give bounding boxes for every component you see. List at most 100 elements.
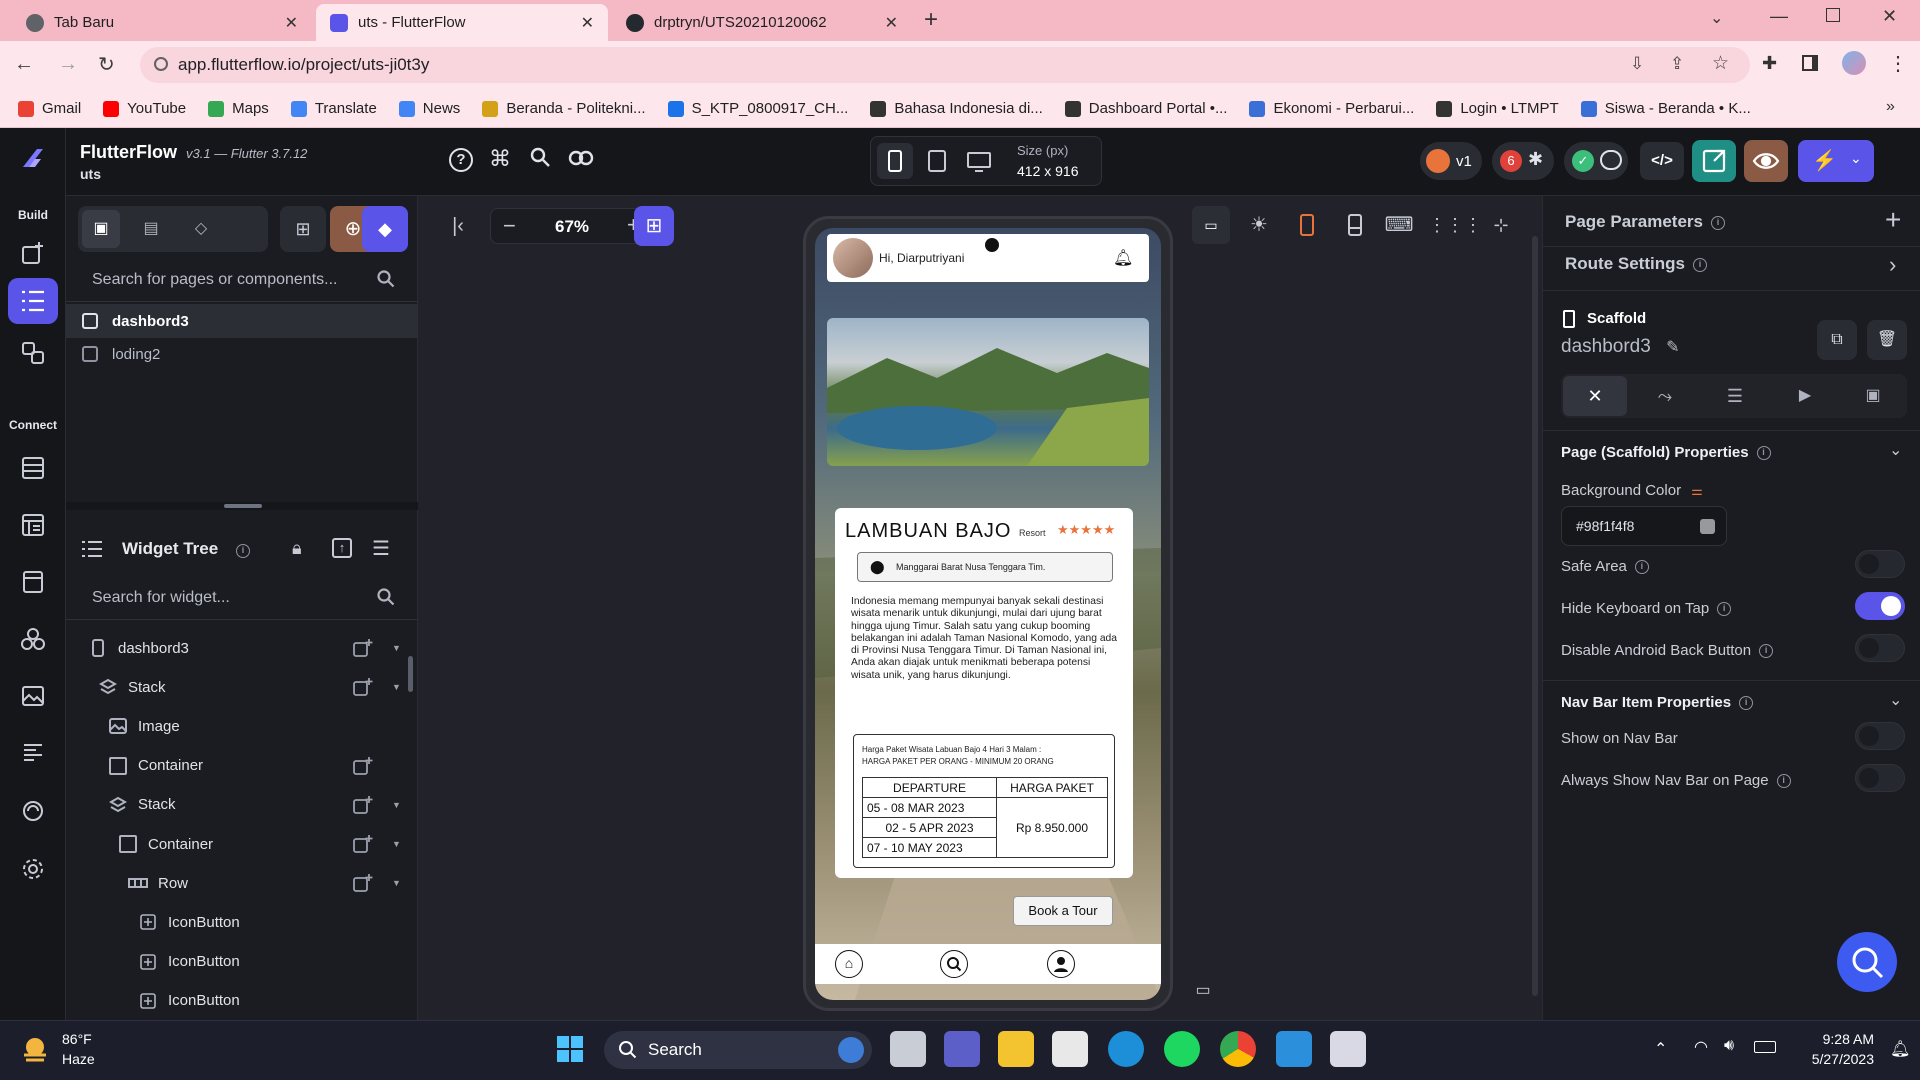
page-item[interactable]: loding2 <box>66 338 418 370</box>
storyboard-icon[interactable] <box>18 338 48 368</box>
edge-icon[interactable] <box>1108 1031 1144 1067</box>
snipping-tool-icon[interactable] <box>1330 1031 1366 1067</box>
code-icon[interactable]: </> <box>1640 142 1684 180</box>
flutterflow-logo-icon[interactable] <box>18 144 48 174</box>
avatar[interactable] <box>833 238 873 278</box>
bookmark-item[interactable]: Maps <box>208 100 269 117</box>
tree-item-image[interactable]: Image <box>66 706 418 746</box>
add-child-icon[interactable] <box>352 794 374 816</box>
chevron-up-icon[interactable]: ⌃ <box>1654 1039 1667 1059</box>
battery-icon[interactable] <box>1754 1041 1776 1053</box>
keyboard-icon[interactable]: ⌨ <box>1380 206 1418 244</box>
tree-item-container[interactable]: Container ▼ <box>66 824 418 864</box>
pages-tab-icon[interactable]: ▣ <box>82 210 120 248</box>
add-child-icon[interactable] <box>352 676 374 698</box>
color-swatch[interactable] <box>1700 519 1715 534</box>
edit-icon[interactable]: ✎ <box>1666 339 1679 356</box>
info-icon[interactable]: i <box>1739 696 1754 711</box>
upload-icon[interactable]: ↑ <box>332 538 352 558</box>
hide-keyboard-toggle[interactable] <box>1855 592 1905 620</box>
reload-icon[interactable]: ↻ <box>98 52 115 77</box>
chevron-down-icon[interactable]: ▼ <box>392 643 401 653</box>
site-info-icon[interactable] <box>154 57 168 71</box>
state-tab-icon[interactable]: ▣ <box>1841 376 1905 416</box>
chevron-down-icon[interactable]: ⌄ <box>1850 150 1862 167</box>
add-child-icon[interactable] <box>352 833 374 855</box>
info-icon[interactable]: i <box>1710 215 1725 230</box>
maximize-button[interactable] <box>1826 8 1840 22</box>
safe-area-toggle[interactable] <box>1855 550 1905 578</box>
disable-back-toggle[interactable] <box>1855 634 1905 662</box>
desktop-device-button[interactable] <box>961 143 997 179</box>
more-bookmarks-icon[interactable]: » <box>1886 98 1895 116</box>
spotify-icon[interactable] <box>1164 1031 1200 1067</box>
tree-item-stack[interactable]: Stack ▼ <box>66 667 418 707</box>
toggle-text-icon[interactable]: ▭ <box>1192 206 1230 244</box>
add-widget-icon[interactable] <box>18 238 48 268</box>
tab-flutterflow[interactable]: uts - FlutterFlow ✕ <box>316 4 608 41</box>
custom-code-icon[interactable] <box>18 738 48 768</box>
preview-eye-icon[interactable] <box>1744 140 1788 182</box>
bookmark-item[interactable]: Login • LTMPT <box>1436 100 1559 117</box>
home-icon[interactable]: ⌂ <box>835 950 863 978</box>
chevron-down-icon[interactable]: ⌄ <box>1889 690 1902 710</box>
window-close-button[interactable]: ✕ <box>1882 6 1897 27</box>
widget-search-input[interactable]: Search for widget... <box>66 576 418 620</box>
profile-avatar[interactable] <box>1842 51 1866 75</box>
bookmark-item[interactable]: Dashboard Portal •... <box>1064 100 1227 117</box>
close-icon[interactable]: ✕ <box>885 13 898 33</box>
chevron-down-icon[interactable]: ▼ <box>392 800 401 810</box>
show-navbar-toggle[interactable] <box>1855 722 1905 750</box>
copy-icon[interactable]: ⧉ <box>1817 320 1857 360</box>
filter-icon[interactable]: ☰ <box>372 536 390 561</box>
firestore-icon[interactable] <box>18 453 48 483</box>
chevron-down-icon[interactable]: ▼ <box>392 878 401 888</box>
new-folder-icon[interactable]: ⊞ <box>280 206 326 252</box>
device-frame-icon[interactable]: ▭ <box>1188 976 1218 1006</box>
notification-bell-icon[interactable]: 🔔︎ <box>1113 248 1133 268</box>
info-icon[interactable]: i <box>1692 257 1707 272</box>
bookmark-item[interactable]: News <box>398 100 460 117</box>
theme-icon[interactable] <box>18 624 48 654</box>
tree-item-row[interactable]: Row ▼ <box>66 863 418 903</box>
search-icon[interactable] <box>529 146 551 168</box>
bookmark-item[interactable]: Siswa - Beranda • K... <box>1580 100 1751 117</box>
new-tab-button[interactable]: + <box>924 6 938 34</box>
close-icon[interactable]: ✕ <box>581 13 594 33</box>
chevron-right-icon[interactable]: › <box>1889 252 1896 278</box>
notification-icon[interactable]: 🔔︎ <box>1890 1039 1910 1059</box>
search-icon[interactable] <box>940 950 968 978</box>
profile-icon[interactable] <box>1047 950 1075 978</box>
run-button[interactable]: ⚡ ⌄ <box>1798 140 1874 182</box>
extensions-icon[interactable]: ✚ <box>1762 53 1777 74</box>
animations-tab-icon[interactable]: ▶ <box>1773 376 1837 416</box>
settings-icon[interactable] <box>18 854 48 884</box>
chevron-down-icon[interactable]: ▼ <box>392 682 401 692</box>
taskbar-search[interactable]: Search <box>604 1031 872 1069</box>
background-color-field[interactable]: #98f1f4f8 <box>1561 506 1727 546</box>
canvas-scrollbar[interactable] <box>1532 236 1538 996</box>
tab-new[interactable]: Tab Baru ✕ <box>12 4 312 41</box>
add-parameter-button[interactable]: + <box>1885 204 1901 236</box>
command-icon[interactable]: ⌘ <box>489 146 511 172</box>
bookmark-item[interactable]: Bahasa Indonesia di... <box>870 100 1043 117</box>
address-bar[interactable]: app.flutterflow.io/project/uts-ji0t3y ⇩ … <box>140 47 1750 83</box>
support-chat-button[interactable] <box>1837 932 1897 992</box>
vscode-icon[interactable] <box>1276 1031 1312 1067</box>
collapse-panel-icon[interactable]: |‹ <box>440 208 476 244</box>
bookmark-item[interactable]: Beranda - Politekni... <box>482 100 646 117</box>
components-tab-icon[interactable]: ▤ <box>132 210 170 248</box>
app-state-icon[interactable] <box>18 567 48 597</box>
cloud-functions-icon[interactable] <box>18 796 48 826</box>
info-icon[interactable]: i <box>1717 602 1732 617</box>
chevron-down-icon[interactable]: ⌄ <box>1889 440 1902 460</box>
store-icon[interactable] <box>1052 1031 1088 1067</box>
info-icon[interactable]: i <box>1634 560 1649 575</box>
bookmark-item[interactable]: YouTube <box>103 100 186 117</box>
widget-tree-nav[interactable] <box>8 278 58 324</box>
version-button[interactable]: v1 <box>1420 142 1482 180</box>
api-calls-icon[interactable] <box>18 510 48 540</box>
color-settings-icon[interactable]: ⚌ <box>1691 483 1703 498</box>
light-mode-icon[interactable]: ☀ <box>1240 206 1278 244</box>
media-assets-icon[interactable] <box>18 681 48 711</box>
